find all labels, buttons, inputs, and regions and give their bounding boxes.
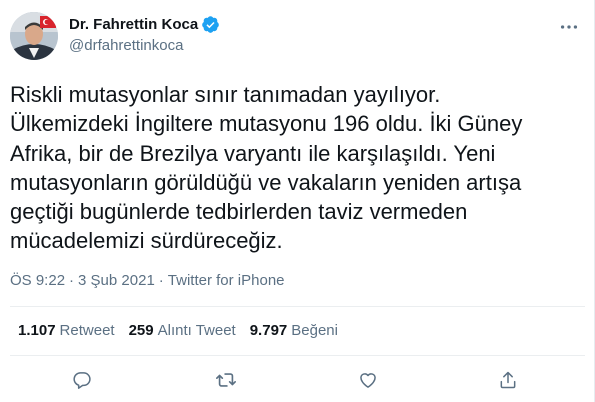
- retweet-button[interactable]: [214, 368, 238, 392]
- quote-label: Alıntı Tweet: [157, 322, 236, 339]
- reply-icon: [73, 372, 91, 389]
- quote-stat[interactable]: 259 Alıntı Tweet: [129, 322, 236, 339]
- like-icon: [360, 373, 376, 388]
- tweet-source[interactable]: Twitter for iPhone: [168, 272, 285, 289]
- tweet-meta: ÖS 9:22 · 3 Şub 2021 · Twitter for iPhon…: [10, 272, 285, 289]
- verified-badge-icon: [202, 16, 220, 33]
- retweet-stat[interactable]: 1.107 Retweet: [18, 322, 115, 339]
- handle[interactable]: @drfahrettinkoca: [69, 37, 183, 54]
- tweet-stats: 1.107 Retweet 259 Alıntı Tweet 9.797 Beğ…: [18, 322, 338, 339]
- meta-separator: ·: [69, 272, 75, 289]
- divider: [10, 306, 585, 307]
- tweet-text: Riskli mutasyonlar sınır tanımadan yayıl…: [10, 82, 523, 254]
- quote-count: 259: [128, 322, 154, 339]
- like-stat[interactable]: 9.797 Beğeni: [250, 322, 338, 339]
- tweet-actions: [0, 368, 595, 392]
- like-label: Beğeni: [291, 322, 338, 339]
- meta-separator: ·: [158, 272, 164, 289]
- like-count: 9.797: [249, 322, 288, 339]
- share-icon: [500, 371, 516, 389]
- reply-button[interactable]: [70, 368, 94, 392]
- more-icon: [560, 25, 578, 29]
- share-button[interactable]: [496, 368, 520, 392]
- retweet-label: Retweet: [59, 322, 115, 339]
- retweet-count: 1.107: [18, 322, 56, 339]
- tweet-time[interactable]: ÖS 9:22: [10, 272, 65, 289]
- avatar-image: [10, 12, 58, 60]
- tweet-date[interactable]: 3 Şub 2021: [78, 272, 155, 289]
- more-button[interactable]: [556, 14, 582, 40]
- name-row: Dr. Fahrettin Koca: [69, 15, 220, 34]
- like-button[interactable]: [356, 368, 380, 392]
- avatar[interactable]: [10, 12, 58, 60]
- tweet-card: Dr. Fahrettin Koca @drfahrettinkoca Risk…: [0, 0, 595, 402]
- divider: [10, 355, 585, 356]
- retweet-icon: [216, 373, 236, 387]
- display-name[interactable]: Dr. Fahrettin Koca: [69, 16, 198, 33]
